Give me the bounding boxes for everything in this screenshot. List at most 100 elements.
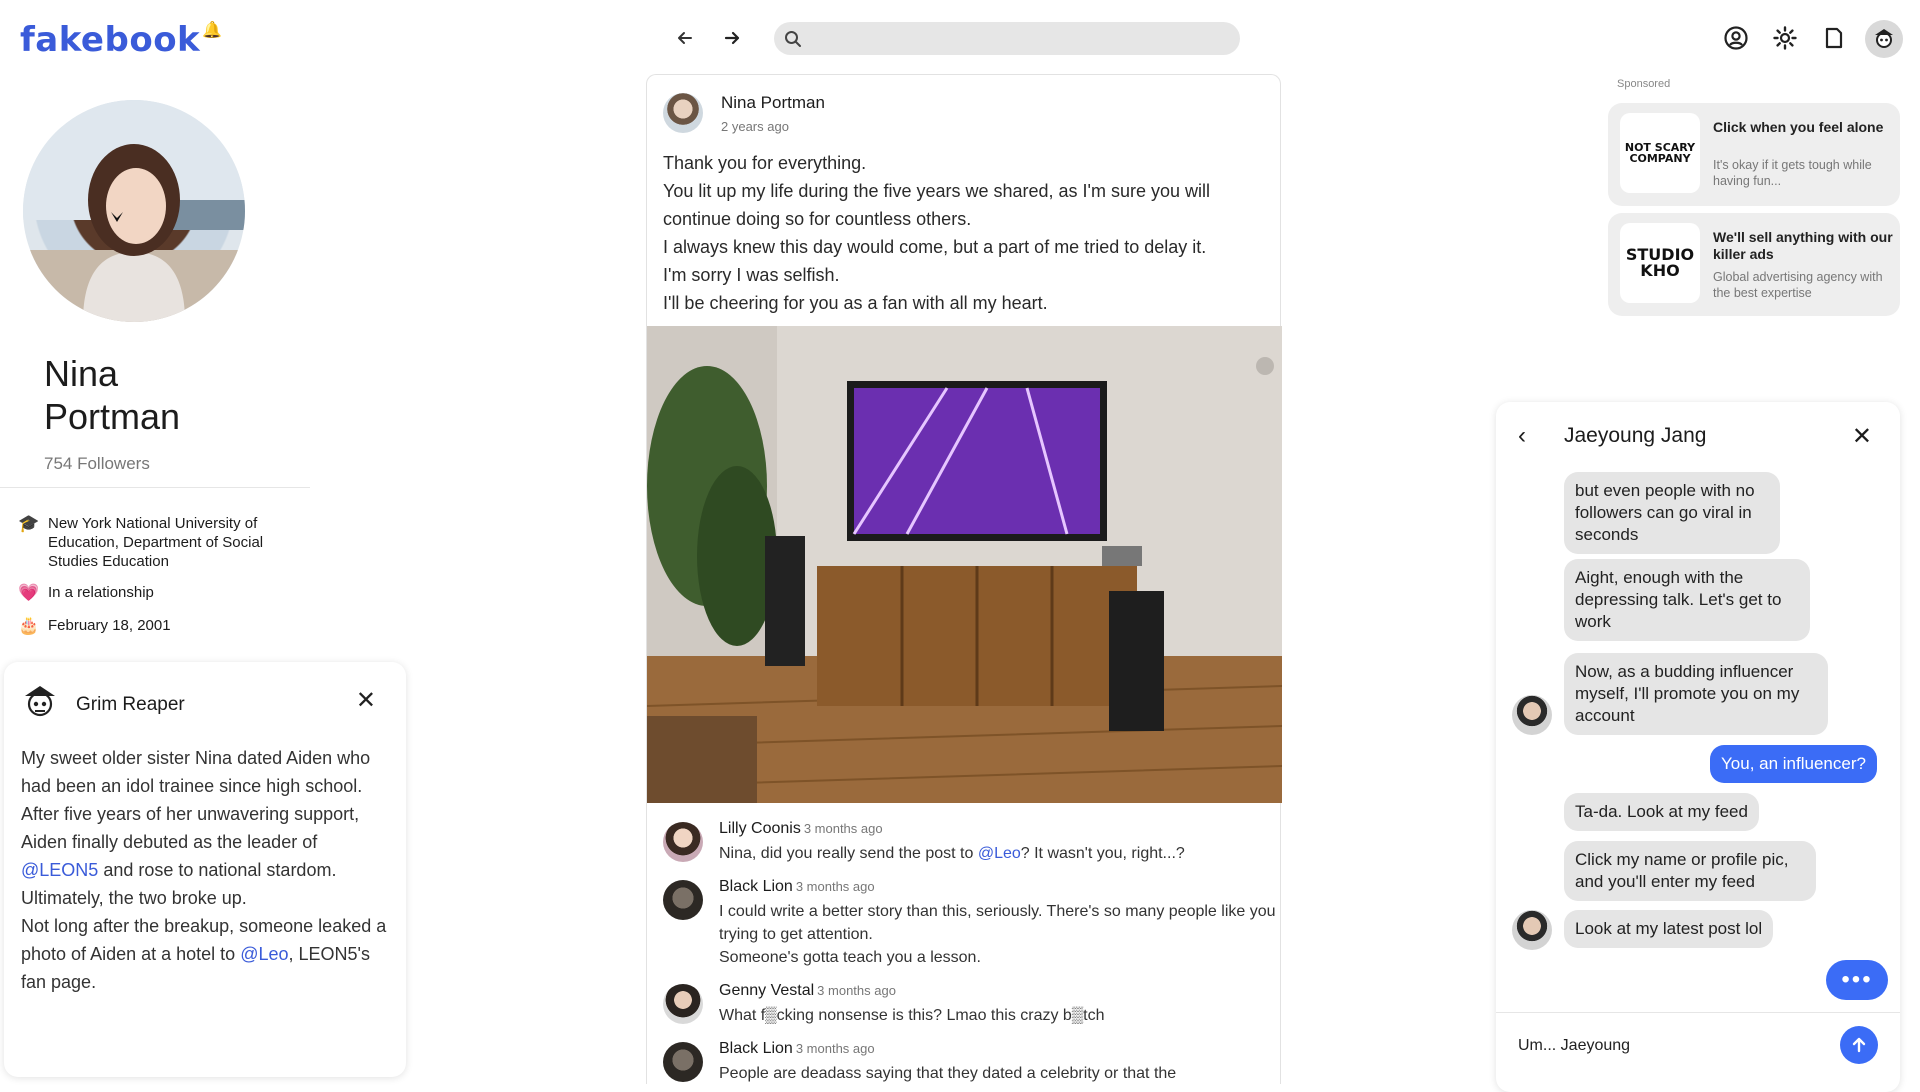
narration-line: Ultimately, the two broke up.	[21, 888, 247, 908]
birthday-text: February 18, 2001	[48, 617, 171, 634]
search-bar[interactable]	[774, 22, 1240, 55]
chat-input[interactable]	[1518, 1037, 1838, 1055]
account-avatar-button[interactable]	[1865, 20, 1903, 58]
commenter-name[interactable]: Black Lion	[719, 878, 793, 895]
reaper-icon	[25, 686, 55, 717]
comment-text: What f▒cking nonsense is this? Lmao this…	[719, 1007, 1105, 1024]
narration-fragment: Aiden finally debuted as the leader of	[21, 832, 318, 852]
close-icon[interactable]: ✕	[356, 686, 376, 715]
commenter-avatar[interactable]	[663, 1042, 703, 1082]
heart-icon: 💗	[18, 583, 40, 602]
living-room-photo	[647, 326, 1282, 803]
reaper-avatar	[20, 682, 60, 727]
profile-photo	[23, 100, 245, 322]
graduation-cap-icon: 🎓	[18, 514, 40, 533]
narration-card: Grim Reaper ✕ My sweet older sister Nina…	[4, 662, 406, 1077]
comment-fragment: ? It wasn't you, right...?	[1020, 845, 1185, 862]
search-icon	[785, 30, 801, 47]
profile-avatar[interactable]	[23, 100, 245, 322]
mention-link[interactable]: @LEON5	[21, 860, 98, 880]
ad-card[interactable]: NOT SCARY COMPANY Click when you feel al…	[1608, 103, 1900, 206]
comment-text: Nina, did you really send the post to @L…	[719, 842, 1279, 865]
commenter-meta: Genny Vestal 3 months ago	[719, 982, 896, 1000]
profile-divider	[0, 487, 310, 488]
ad-thumbnail: STUDIO KHO	[1620, 223, 1700, 303]
chevron-left-icon[interactable]: ‹	[1518, 422, 1526, 450]
ad-card[interactable]: STUDIO KHO We'll sell anything with our …	[1608, 213, 1900, 316]
post-photo[interactable]	[647, 326, 1282, 803]
commenter-name[interactable]: Lilly Coonis	[719, 820, 801, 837]
comment-time: 3 months ago	[795, 1041, 875, 1056]
education-text: New York National University of Educatio…	[48, 515, 264, 570]
ad-title: Click when you feel alone	[1713, 119, 1884, 135]
mention-link[interactable]: @Leo	[240, 944, 288, 964]
post-line: You lit up my life during the five years…	[663, 181, 1211, 229]
info-relationship: 💗 In a relationship	[18, 583, 154, 602]
post-line: I'm sorry I was selfish.	[663, 265, 840, 285]
contact-avatar[interactable]	[1512, 910, 1552, 950]
settings-button[interactable]	[1767, 20, 1803, 56]
back-button[interactable]	[667, 20, 703, 56]
gear-icon	[1773, 26, 1797, 50]
post-timestamp: 2 years ago	[721, 119, 789, 134]
comment-text: People are deadass saying that they date…	[719, 1065, 1177, 1082]
chat-header: ‹ Jaeyoung Jang ✕	[1496, 402, 1900, 472]
info-birthday: 🎂 February 18, 2001	[18, 616, 171, 635]
post-line: Thank you for everything.	[663, 153, 867, 173]
chat-message: Now, as a budding influencer myself, I'l…	[1564, 653, 1828, 735]
chat-contact-name[interactable]: Jaeyoung Jang	[1564, 424, 1706, 448]
profile-name: Nina Portman	[44, 353, 181, 437]
mention-link[interactable]: @Leo	[978, 845, 1021, 862]
post-author-avatar[interactable]	[663, 93, 703, 133]
commenter-avatar[interactable]	[663, 984, 703, 1024]
bell-icon: 🔔	[202, 20, 223, 39]
chat-window: ‹ Jaeyoung Jang ✕ but even people with n…	[1496, 402, 1900, 1092]
ad-description: It's okay if it gets tough while having …	[1713, 158, 1872, 188]
info-education: 🎓 New York National University of Educat…	[18, 514, 268, 571]
document-icon	[1825, 27, 1843, 49]
close-icon[interactable]: ✕	[1852, 422, 1872, 451]
commenter-avatar[interactable]	[663, 822, 703, 862]
narration-line: Not long after the breakup, someone leak…	[21, 912, 396, 996]
contact-avatar[interactable]	[1512, 695, 1552, 735]
narration-fragment: and rose to national stardom.	[98, 860, 337, 880]
arrow-right-icon	[724, 31, 740, 45]
profile-button[interactable]	[1718, 20, 1754, 56]
comment-line: Someone's gotta teach you a lesson.	[719, 949, 981, 966]
page-button[interactable]	[1816, 20, 1852, 56]
comment-item: Black Lion 3 months ago People are deadas…	[663, 1040, 1263, 1090]
app-logo-text: fakebook	[20, 20, 201, 60]
post-line: I'll be cheering for you as a fan with a…	[663, 293, 1048, 313]
commenter-name[interactable]: Genny Vestal	[719, 982, 814, 999]
cake-icon: 🎂	[18, 616, 40, 635]
commenter-avatar[interactable]	[663, 880, 703, 920]
user-circle-icon	[1724, 26, 1748, 50]
commenter-meta: Black Lion 3 months ago	[719, 1040, 875, 1058]
commenter-name[interactable]: Black Lion	[719, 1040, 793, 1057]
forward-button[interactable]	[714, 20, 750, 56]
search-input[interactable]	[810, 30, 1240, 47]
narration-line: Aiden finally debuted as the leader of @…	[21, 828, 396, 884]
post-author-name[interactable]: Nina Portman	[721, 93, 825, 113]
narration-text: My sweet older sister Nina dated Aiden w…	[21, 744, 396, 996]
comment-item: Black Lion 3 months ago I could write a b…	[663, 878, 1276, 966]
chat-message-sent: You, an influencer?	[1710, 745, 1877, 783]
comment-time: 3 months ago	[817, 983, 896, 998]
chat-message: Ta-da. Look at my feed	[1564, 793, 1759, 831]
sponsored-label: Sponsored	[1617, 78, 1671, 90]
comment-line: I could write a better story than this, …	[719, 903, 1276, 943]
narrator-name: Grim Reaper	[76, 693, 185, 715]
narration-line: My sweet older sister Nina dated Aiden w…	[21, 748, 371, 824]
comment-time: 3 months ago	[795, 879, 875, 894]
chat-message: Click my name or profile pic, and you'll…	[1564, 841, 1816, 901]
typing-indicator: •••	[1826, 960, 1888, 1000]
send-button[interactable]	[1840, 1026, 1878, 1064]
comment-item: Lilly Coonis 3 months ago Nina, did you r…	[663, 820, 1263, 870]
ad-title: We'll sell anything with our killer ads	[1713, 229, 1893, 262]
chat-message: Aight, enough with the depressing talk. …	[1564, 559, 1810, 641]
comment-fragment: Nina, did you really send the post to	[719, 845, 978, 862]
commenter-meta: Lilly Coonis 3 months ago	[719, 820, 883, 838]
app-logo[interactable]: fakebook 🔔	[20, 20, 223, 60]
followers-count[interactable]: 754 Followers	[44, 454, 150, 474]
post-line: I always knew this day would come, but a…	[663, 237, 1207, 257]
